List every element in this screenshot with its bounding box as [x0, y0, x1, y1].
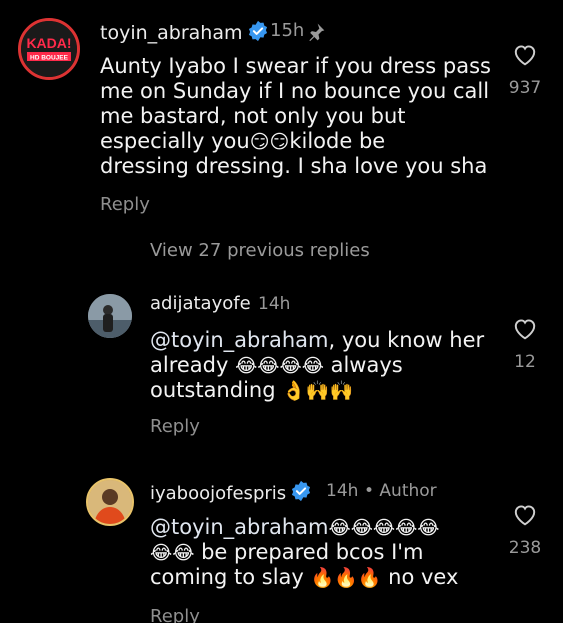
- smirk-emoji-icon: 😏😏: [249, 131, 290, 153]
- like-column: 238: [497, 502, 553, 558]
- ok-hands-emoji-icon: 👌🙌🙌: [282, 380, 354, 402]
- laughing-emoji-icon: 😂😂😂😂: [235, 355, 324, 377]
- timestamp: 14h: [258, 294, 291, 314]
- svg-text:KADA!: KADA!: [26, 35, 71, 51]
- like-count: 937: [508, 78, 542, 98]
- comment-text: Aunty Iyabo I swear if you dress pass me…: [100, 54, 491, 178]
- comment-toyin: KADA! HD BOUJEE toyin_abraham 15h Aunty …: [0, 0, 563, 230]
- comment-iyabo: iyaboojofespris 14h • Author @toyin_abra…: [0, 468, 563, 623]
- timestamp: 14h: [326, 481, 359, 501]
- like-column: 12: [497, 316, 553, 372]
- like-count: 238: [508, 538, 542, 558]
- username[interactable]: toyin_abraham: [100, 20, 269, 47]
- reply-button[interactable]: Reply: [150, 606, 200, 623]
- heart-icon[interactable]: [512, 502, 538, 526]
- reply-button[interactable]: Reply: [150, 416, 200, 437]
- avatar[interactable]: KADA! HD BOUJEE: [18, 18, 80, 80]
- laughing-emoji-icon: 😂😂: [150, 542, 195, 564]
- verified-badge-icon: [247, 20, 269, 47]
- avatar[interactable]: [86, 478, 134, 526]
- comment-text: @toyin_abraham 😂😂😂😂😂 😂😂 be prepared bcos…: [150, 515, 459, 589]
- verified-badge-icon: [290, 480, 312, 507]
- comment-text: @toyin_abraham, you know her already 😂😂😂…: [150, 328, 485, 402]
- pin-icon: [306, 22, 326, 46]
- heart-icon[interactable]: [512, 316, 538, 340]
- kada-logo-icon: KADA! HD BOUJEE: [21, 21, 77, 77]
- username[interactable]: adijatayofe: [150, 293, 251, 314]
- comment-adijat: adijatayofe 14h @toyin_abraham, you know…: [0, 280, 563, 450]
- svg-text:HD BOUJEE: HD BOUJEE: [30, 55, 69, 62]
- username[interactable]: iyaboojofespris: [150, 480, 312, 507]
- view-previous-replies[interactable]: View 27 previous replies: [150, 240, 370, 261]
- mention-link[interactable]: @toyin_abraham: [150, 515, 329, 539]
- heart-icon[interactable]: [512, 42, 538, 66]
- timestamp: 15h: [270, 20, 305, 41]
- avatar[interactable]: [88, 294, 132, 338]
- reply-button[interactable]: Reply: [100, 194, 150, 215]
- laughing-emoji-icon: 😂😂😂😂😂: [328, 517, 440, 539]
- like-count: 12: [514, 352, 536, 372]
- author-tag: • Author: [364, 481, 437, 501]
- fire-emoji-icon: 🔥🔥🔥: [310, 567, 382, 589]
- mention-link[interactable]: @toyin_abraham: [150, 328, 329, 352]
- person-photo-icon: [88, 294, 132, 338]
- like-column: 937: [497, 42, 553, 98]
- person-photo-icon: [88, 480, 132, 524]
